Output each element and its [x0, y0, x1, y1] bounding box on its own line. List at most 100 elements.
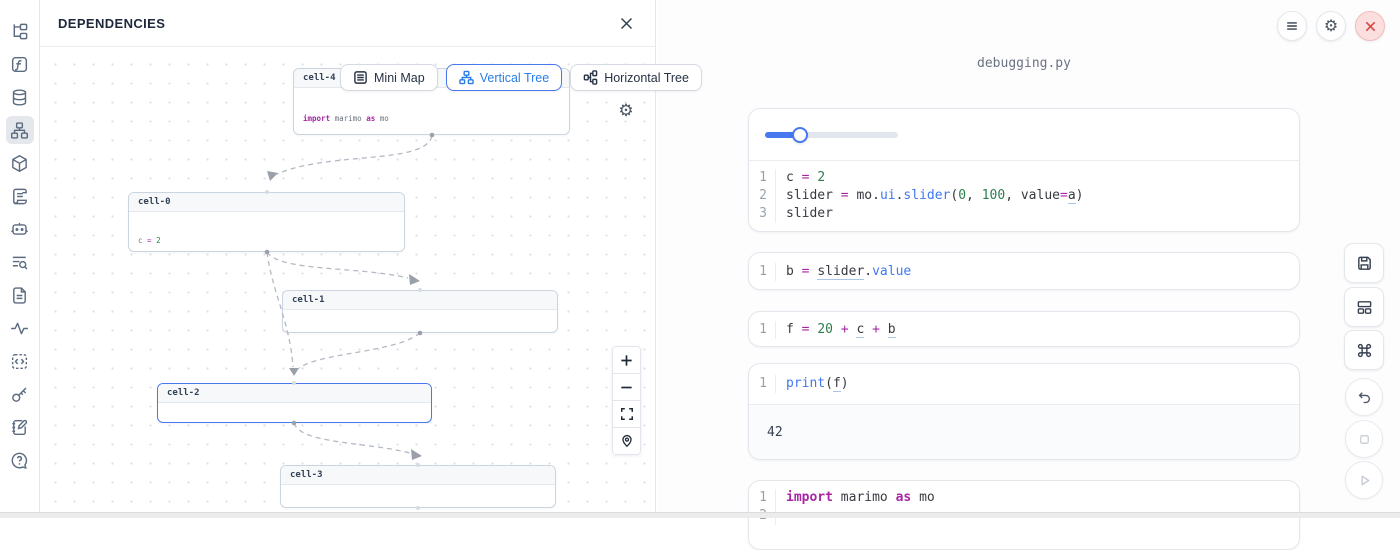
notebook-panel: debugging.py 1c = 2 2slider = mo.ui.slid…	[657, 0, 1400, 518]
code-box-icon	[10, 352, 29, 371]
sidebar-item-chat[interactable]	[6, 215, 34, 243]
horizontal-tree-icon	[583, 70, 598, 85]
sidebar-item-scratchpad[interactable]	[6, 413, 34, 441]
interrupt-button[interactable]	[1345, 420, 1383, 458]
undo-button[interactable]	[1345, 378, 1383, 416]
sidebar-item-tracing[interactable]	[6, 314, 34, 342]
node-title: cell-3	[281, 466, 555, 485]
bottom-edge-strip	[0, 512, 1400, 518]
graph-settings-gear-icon[interactable]: ⚙	[617, 102, 635, 120]
graph-node-cell-1[interactable]: cell-1 b = slider.value	[282, 290, 558, 333]
dependency-graph-icon	[10, 121, 29, 140]
undo-icon	[1356, 389, 1372, 405]
search-list-icon	[10, 253, 29, 272]
node-code: print(f)	[281, 485, 555, 508]
save-button[interactable]	[1344, 243, 1384, 283]
graph-node-cell-2[interactable]: cell-2 f = 20 + c + b	[157, 383, 432, 423]
dependencies-title: DEPENDENCIES	[58, 16, 165, 31]
notebook-cell: 1c = 2 2slider = mo.ui.slider(0, 100, va…	[748, 108, 1300, 232]
minus-icon	[619, 380, 634, 395]
slider-track[interactable]	[765, 132, 898, 138]
sidebar-item-packages[interactable]	[6, 149, 34, 177]
notebook-cell: 1print(f) 42	[748, 363, 1300, 460]
close-icon	[619, 16, 634, 31]
graph-zoom-controls	[612, 346, 641, 455]
line-number: 3	[749, 205, 776, 223]
shutdown-button[interactable]	[1355, 11, 1385, 41]
help-icon	[10, 451, 29, 470]
dependencies-header: DEPENDENCIES	[40, 0, 655, 47]
close-panel-button[interactable]	[615, 12, 637, 34]
node-code: b = slider.value	[283, 310, 557, 333]
node-code: f = 20 + c + b	[158, 403, 431, 423]
command-icon	[1356, 342, 1373, 359]
database-icon	[10, 88, 29, 107]
chat-bot-icon	[10, 220, 29, 239]
package-cube-icon	[10, 154, 29, 173]
document-icon	[10, 286, 29, 305]
code-editor[interactable]: 1import marimo as mo 2	[749, 481, 1299, 533]
mini-map-icon	[353, 70, 368, 85]
key-icon	[10, 385, 29, 404]
layout-panels-icon	[1356, 299, 1373, 316]
sidebar-item-help[interactable]	[6, 446, 34, 474]
graph-node-cell-0[interactable]: cell-0 c = 2 slider = mo.ui.slider(0, 10…	[128, 192, 405, 252]
sidebar-item-secrets[interactable]	[6, 380, 34, 408]
scroll-icon	[10, 187, 29, 206]
cell-output-slider	[749, 109, 1299, 161]
activity-pulse-icon	[10, 319, 29, 338]
graph-view-toolbar: Mini Map Vertical Tree Horizontal Tree	[340, 64, 702, 91]
close-icon	[1364, 20, 1377, 33]
notebook-cell: 1f = 20 + c + b	[748, 311, 1300, 347]
line-number: 2	[749, 187, 776, 205]
sidebar-item-file-explorer[interactable]	[6, 17, 34, 45]
horizontal-tree-button[interactable]: Horizontal Tree	[570, 64, 702, 91]
notebook-cell: 1b = slider.value	[748, 252, 1300, 290]
code-editor[interactable]: 1print(f)	[749, 364, 1299, 404]
app-layout-button[interactable]	[1344, 287, 1384, 327]
graph-node-cell-3[interactable]: cell-3 print(f)	[280, 465, 556, 508]
node-title: cell-1	[283, 291, 557, 310]
sidebar-item-snippets[interactable]	[6, 347, 34, 375]
sidebar-item-dependencies[interactable]	[6, 116, 34, 144]
sidebar-item-datasources[interactable]	[6, 83, 34, 111]
notebook-filename[interactable]: debugging.py	[748, 56, 1300, 71]
notebook-menu-button[interactable]	[1277, 11, 1307, 41]
notebook-pen-icon	[10, 418, 29, 437]
cell-console-output: 42	[749, 404, 1299, 460]
left-sidebar	[0, 0, 40, 518]
function-icon	[10, 55, 29, 74]
hamburger-menu-icon	[1285, 19, 1299, 33]
play-icon	[1357, 473, 1372, 488]
fit-view-button[interactable]	[612, 400, 641, 428]
stop-icon	[1357, 432, 1372, 447]
line-number: 1	[749, 263, 776, 281]
slider-handle[interactable]	[792, 127, 808, 143]
sidebar-item-scratchpad-search[interactable]	[6, 248, 34, 276]
node-code: import marimo as mo a = 20	[294, 88, 569, 135]
line-number: 1	[749, 169, 776, 187]
zoom-in-button[interactable]	[612, 346, 641, 374]
zoom-out-button[interactable]	[612, 373, 641, 401]
settings-button[interactable]: ⚙	[1316, 11, 1346, 41]
code-editor[interactable]: 1b = slider.value	[749, 253, 1299, 290]
mini-map-button[interactable]: Mini Map	[340, 64, 438, 91]
gear-icon: ⚙	[1324, 18, 1338, 34]
focus-selection-button[interactable]	[612, 427, 641, 455]
fullscreen-icon	[620, 407, 634, 421]
sidebar-item-variables[interactable]	[6, 50, 34, 78]
code-editor[interactable]: 1c = 2 2slider = mo.ui.slider(0, 100, va…	[749, 161, 1299, 232]
dependency-graph-canvas[interactable]: cell-4 import marimo as mo a = 20 cell-0…	[40, 47, 655, 512]
dependencies-panel: DEPENDENCIES cell-	[40, 0, 656, 518]
locate-pin-icon	[620, 434, 634, 448]
line-number: 1	[749, 489, 776, 507]
node-title: cell-0	[129, 193, 404, 212]
line-number: 1	[749, 375, 776, 393]
code-editor[interactable]: 1f = 20 + c + b	[749, 312, 1299, 347]
sidebar-item-logs[interactable]	[6, 182, 34, 210]
sidebar-item-documentation[interactable]	[6, 281, 34, 309]
node-title: cell-2	[158, 384, 431, 403]
vertical-tree-button[interactable]: Vertical Tree	[446, 64, 562, 91]
run-all-button[interactable]	[1345, 461, 1383, 499]
keyboard-shortcuts-button[interactable]	[1344, 330, 1384, 370]
